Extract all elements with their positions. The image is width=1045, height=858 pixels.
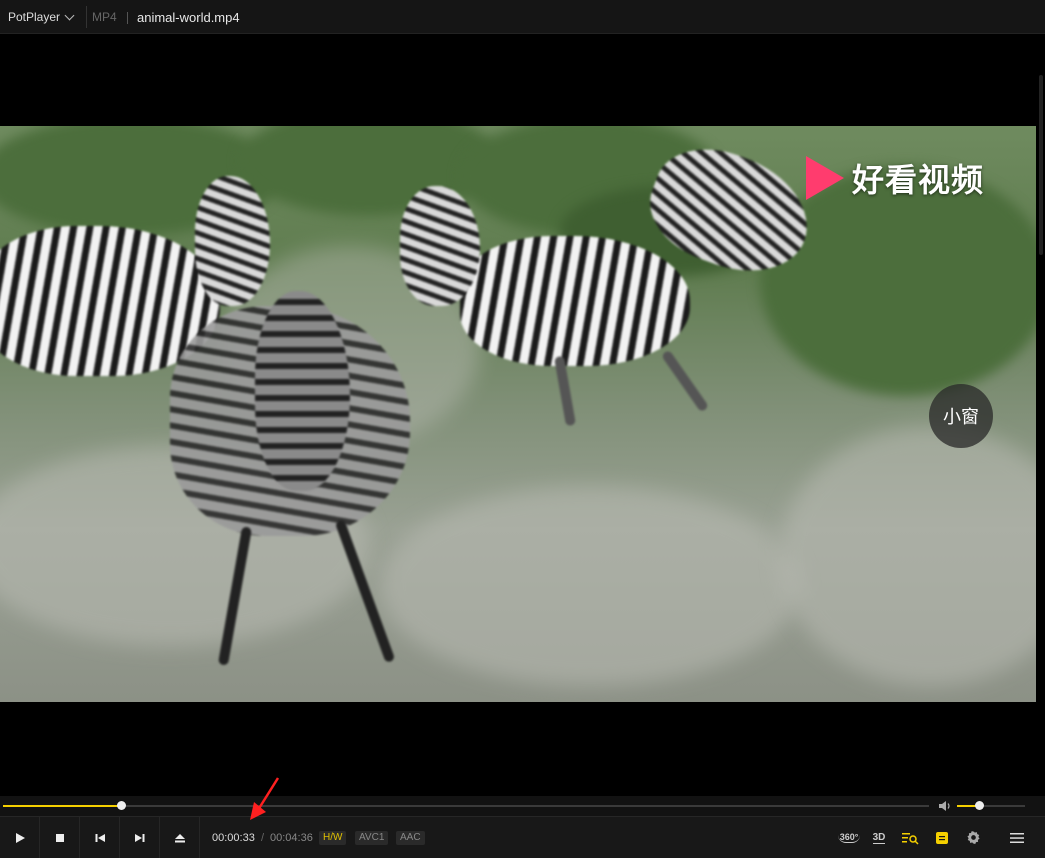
360-button[interactable]: 360° [836,817,862,858]
volume-handle[interactable] [974,801,984,810]
main-menu-button[interactable] [1004,817,1030,858]
play-button[interactable] [0,817,40,858]
next-icon [134,833,144,842]
settings-button[interactable] [962,817,984,858]
scrollbar-thumb[interactable] [1039,75,1043,255]
app-menu-button[interactable]: PotPlayer [0,0,86,34]
eject-button[interactable] [160,817,200,858]
3d-button[interactable]: 3D [868,817,890,858]
time-separator: / [261,832,265,844]
stop-button[interactable] [40,817,80,858]
current-time[interactable]: 00:00:33 [212,832,255,844]
stop-icon [55,833,64,842]
seek-bar[interactable] [3,801,929,810]
menu-icon [1010,832,1024,843]
watermark: 好看视频 [806,152,984,204]
title-bar: PotPlayer MP4 animal-world.mp4 [0,0,1045,34]
video-codec-badge[interactable]: AVC1 [355,831,389,845]
gear-icon [966,830,980,845]
watermark-text: 好看视频 [852,161,985,199]
play-logo-icon [806,156,844,200]
file-format-label: MP4 [92,10,117,24]
file-name: animal-world.mp4 [137,10,240,25]
subtitle-button[interactable] [931,817,953,858]
zebra [460,236,690,366]
seek-bar-row [0,796,1045,816]
volume-slider[interactable] [957,801,1025,810]
3d-icon: 3D [872,831,886,844]
play-icon [15,832,25,843]
video-frame[interactable]: 好看视频 小窗 [0,126,1036,702]
seek-progress [3,805,121,807]
video-area[interactable]: 好看视频 小窗 [0,35,1036,795]
seek-handle[interactable] [116,801,126,810]
app-name: PotPlayer [8,10,61,24]
divider [86,6,87,28]
360-icon: 360° [837,832,861,843]
total-duration[interactable]: 00:04:36 [270,832,313,844]
zebra-head [400,186,480,306]
mini-window-button[interactable]: 小窗 [929,384,993,448]
scrollbar[interactable] [1036,35,1045,795]
playlist-search-button[interactable] [899,817,921,858]
chevron-down-icon [64,10,75,21]
control-bar: 00:00:33 / 00:04:36 H/W AVC1 AAC 360° 3D [0,816,1045,858]
playlist-search-icon [902,832,919,845]
eject-icon [174,833,185,842]
divider [127,12,128,24]
subtitle-icon [936,831,948,844]
next-button[interactable] [120,817,160,858]
audio-codec-badge[interactable]: AAC [396,831,425,845]
previous-icon [95,833,105,842]
annotation-arrow [250,777,280,820]
volume-icon[interactable] [938,799,952,813]
previous-button[interactable] [80,817,120,858]
hw-decode-badge[interactable]: H/W [319,831,347,845]
zebra-head [195,176,270,306]
